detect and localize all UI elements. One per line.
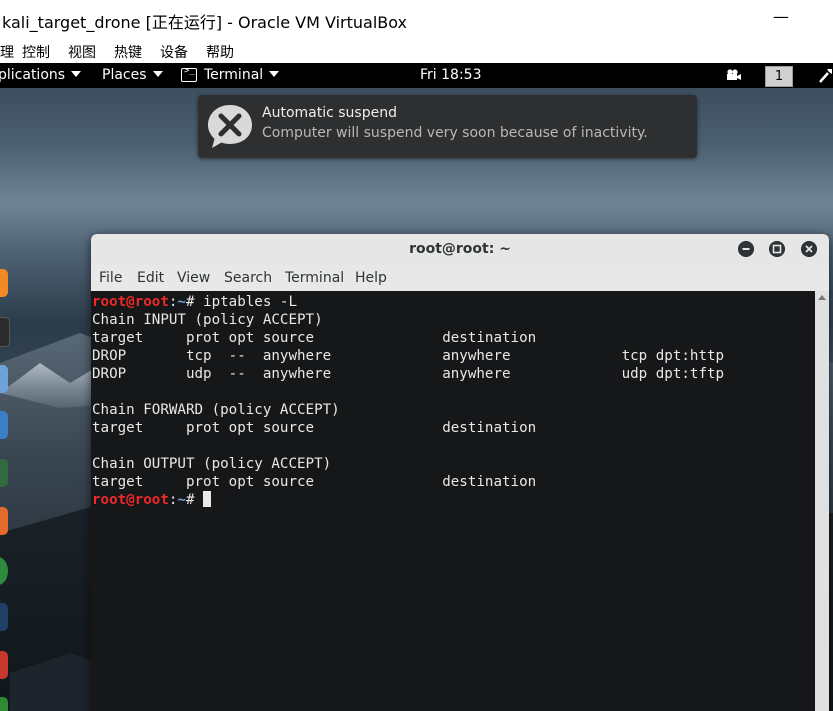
- minimize-icon[interactable]: [738, 241, 754, 257]
- chevron-down-icon: [152, 71, 163, 77]
- prompt-symbol: #: [185, 294, 204, 310]
- menu-help[interactable]: 帮助: [206, 42, 234, 62]
- menu-view[interactable]: 视图: [68, 42, 96, 62]
- menu-search[interactable]: Search: [224, 270, 272, 286]
- terminal-title: root@root: ~: [409, 241, 511, 257]
- dock-app-terminal[interactable]: [0, 317, 10, 347]
- dock-app-files[interactable]: [0, 365, 8, 393]
- suspend-icon: [208, 105, 252, 148]
- chevron-down-icon: [269, 71, 280, 77]
- notification-title: Automatic suspend: [262, 105, 397, 121]
- vbox-menubar: 理 控制 视图 热键 设备 帮助: [0, 38, 833, 63]
- output-line: DROP udp -- anywhere anywhere udp dpt:tf…: [92, 366, 725, 382]
- terminal-app-label: Terminal: [204, 67, 264, 83]
- prompt: root@root:~#: [92, 294, 203, 310]
- terminal-menubar: File Edit View Search Terminal Help: [91, 265, 829, 291]
- chevron-down-icon: [71, 71, 82, 77]
- places-menu[interactable]: Places: [102, 67, 163, 83]
- menu-manage[interactable]: 理: [0, 42, 14, 62]
- suspend-notification[interactable]: Automatic suspend Computer will suspend …: [198, 95, 697, 158]
- window-title: kali_target_drone [正在运行] - Oracle VM Vir…: [2, 13, 408, 32]
- dock-app-armitage[interactable]: [0, 459, 8, 487]
- dock-app-maltego[interactable]: [0, 603, 8, 631]
- maximize-icon[interactable]: [769, 241, 785, 257]
- terminal-scrollbar[interactable]: [815, 291, 829, 711]
- scroll-up-icon[interactable]: [818, 295, 826, 300]
- menu-edit[interactable]: Edit: [137, 270, 164, 286]
- applications-label: plications: [0, 67, 66, 83]
- tool-icon[interactable]: [818, 67, 833, 83]
- menu-terminal[interactable]: Terminal: [285, 270, 344, 286]
- prompt-user: root@root: [92, 294, 169, 310]
- prompt-path: ~: [177, 294, 186, 310]
- output-line: Chain FORWARD (policy ACCEPT): [92, 402, 340, 418]
- close-icon[interactable]: [801, 241, 817, 257]
- command-text: iptables -L: [203, 294, 298, 310]
- vbox-titlebar: kali_target_drone [正在运行] - Oracle VM Vir…: [0, 0, 833, 38]
- notification-body: Computer will suspend very soon because …: [262, 125, 648, 141]
- terminal-titlebar[interactable]: root@root: ~: [91, 234, 829, 266]
- output-line: target prot opt source destination: [92, 474, 537, 490]
- output-line: Chain OUTPUT (policy ACCEPT): [92, 456, 332, 472]
- dock-app-faraday[interactable]: [0, 651, 8, 679]
- host-minimize-button[interactable]: —: [772, 2, 790, 32]
- menu-hotkeys[interactable]: 热键: [114, 42, 142, 62]
- menu-file[interactable]: File: [99, 270, 122, 286]
- camera-icon[interactable]: [726, 69, 742, 81]
- dock-app-firefox[interactable]: [0, 269, 8, 297]
- guest-desktop: plications Places >_ Terminal Fri 18:53 …: [0, 63, 833, 711]
- text-cursor: [203, 491, 212, 507]
- terminal-output-area[interactable]: root@root:~# iptables -L Chain INPUT (po…: [91, 291, 829, 711]
- menu-view[interactable]: View: [177, 270, 210, 286]
- output-line: target prot opt source destination: [92, 330, 537, 346]
- workspace-indicator[interactable]: 1: [765, 66, 793, 87]
- prompt-path: ~: [177, 492, 186, 508]
- terminal-text: root@root:~# iptables -L Chain INPUT (po…: [92, 293, 724, 509]
- terminal-app-menu[interactable]: Terminal: [204, 67, 280, 83]
- top-panel: plications Places >_ Terminal Fri 18:53 …: [0, 63, 833, 88]
- places-label: Places: [102, 67, 147, 83]
- prompt-user: root@root: [92, 492, 169, 508]
- terminal-window[interactable]: root@root: ~ File Edit View Search Termi…: [91, 234, 829, 711]
- output-line: DROP tcp -- anywhere anywhere tcp dpt:ht…: [92, 348, 725, 364]
- terminal-icon: >_: [181, 66, 197, 82]
- dock-app-burpsuite[interactable]: [0, 507, 8, 535]
- output-line: Chain INPUT (policy ACCEPT): [92, 312, 323, 328]
- menu-help[interactable]: Help: [355, 270, 387, 286]
- applications-menu[interactable]: plications: [0, 67, 82, 83]
- dock-app-other[interactable]: [0, 697, 8, 711]
- menu-devices[interactable]: 设备: [160, 42, 188, 62]
- output-line: target prot opt source destination: [92, 420, 537, 436]
- clock[interactable]: Fri 18:53: [420, 67, 481, 83]
- prompt: root@root:~#: [92, 492, 203, 508]
- dock-app-metasploit[interactable]: [0, 411, 8, 439]
- menu-control[interactable]: 控制: [22, 42, 50, 62]
- prompt-symbol: #: [185, 492, 204, 508]
